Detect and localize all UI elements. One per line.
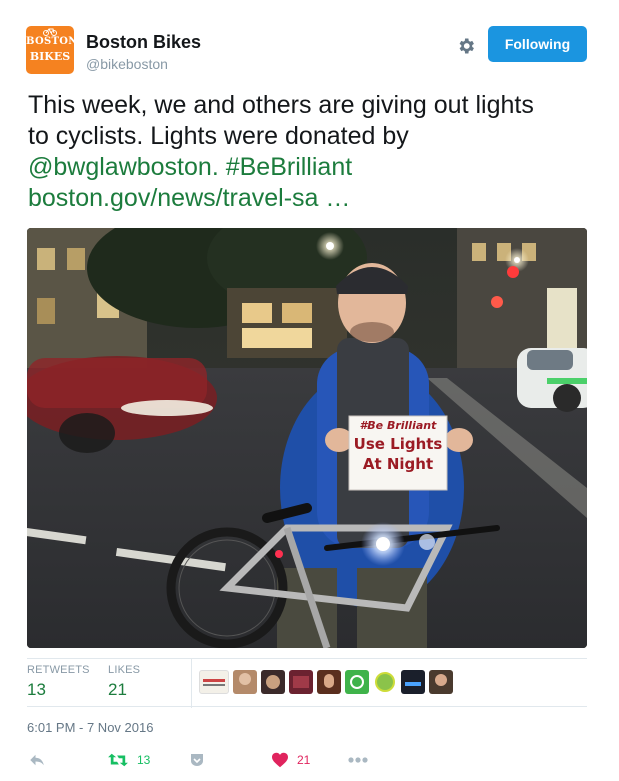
likes-count: 21	[108, 680, 127, 699]
hashtag-link[interactable]: #BeBrilliant	[226, 153, 352, 181]
retweet-button[interactable]: 13	[107, 748, 150, 772]
avatar[interactable]: BOSTON BIKES	[26, 26, 74, 74]
gear-icon[interactable]	[456, 36, 476, 56]
tweet-timestamp[interactable]: 6:01 PM - 7 Nov 2016	[27, 720, 153, 735]
account-handle[interactable]: @bikeboston	[86, 56, 168, 72]
save-button[interactable]	[189, 748, 205, 772]
liker-avatar[interactable]	[317, 670, 341, 694]
following-button[interactable]: Following	[488, 26, 587, 62]
tweet-header: BOSTON BIKES Boston Bikes @bikeboston Fo…	[26, 26, 591, 76]
tweet-line-2: to cyclists. Lights were donated by	[28, 122, 409, 150]
liker-avatar[interactable]	[233, 670, 257, 694]
photo-scene	[27, 228, 587, 648]
retweets-stat[interactable]: RETWEETS 13	[27, 664, 90, 700]
retweets-label: RETWEETS	[27, 664, 90, 676]
liker-avatar[interactable]	[373, 670, 397, 694]
liker-avatar[interactable]	[429, 670, 453, 694]
stats-separator	[191, 658, 192, 708]
tweet-actions: 13 21	[27, 748, 587, 774]
account-name[interactable]: Boston Bikes	[86, 32, 201, 53]
liker-avatar[interactable]	[345, 670, 369, 694]
sign-line-3: At Night	[362, 455, 434, 473]
divider-middle	[27, 706, 587, 707]
like-button[interactable]: 21	[271, 748, 310, 772]
avatar-logo-bottom: BIKES	[29, 50, 71, 63]
tweet-photo[interactable]: #Be Brilliant Use Lights At Night	[27, 228, 587, 648]
reply-button[interactable]	[27, 748, 47, 772]
retweets-count: 13	[27, 680, 46, 699]
likes-stat[interactable]: LIKES 21	[108, 664, 140, 700]
heart-icon	[272, 752, 288, 768]
save-icon	[191, 754, 203, 766]
like-action-count: 21	[297, 753, 311, 767]
bike-logo-icon	[43, 28, 57, 36]
avatar-logo-top: BOSTON	[26, 36, 74, 47]
tweet-stats: RETWEETS 13 LIKES 21	[27, 658, 587, 712]
liker-avatar[interactable]	[401, 670, 425, 694]
retweet-icon	[108, 753, 128, 767]
liker-avatar[interactable]	[289, 670, 313, 694]
sign-line-1: #Be Brilliant	[359, 419, 437, 432]
tweet-line-4: boston.gov/news/travel-sa …	[28, 183, 588, 214]
tweet-line-1: This week, we and others are giving out …	[28, 91, 534, 119]
retweet-action-count: 13	[137, 753, 151, 767]
liker-avatar[interactable]	[199, 670, 229, 694]
photo-sign: #Be Brilliant Use Lights At Night	[349, 418, 447, 474]
reply-icon	[30, 754, 44, 766]
liker-avatar[interactable]	[261, 670, 285, 694]
url-link[interactable]: boston.gov/news/travel-sa …	[28, 184, 350, 212]
more-icon	[348, 757, 368, 763]
more-button[interactable]	[347, 748, 369, 772]
tweet-text: This week, we and others are giving out …	[28, 90, 588, 214]
sign-line-2: Use Lights	[353, 435, 443, 453]
divider-top	[27, 658, 587, 659]
likes-label: LIKES	[108, 664, 141, 676]
tweet-line-3: @bwglawboston. #BeBrilliant	[28, 152, 588, 183]
mention-link[interactable]: @bwglawboston.	[28, 153, 219, 181]
